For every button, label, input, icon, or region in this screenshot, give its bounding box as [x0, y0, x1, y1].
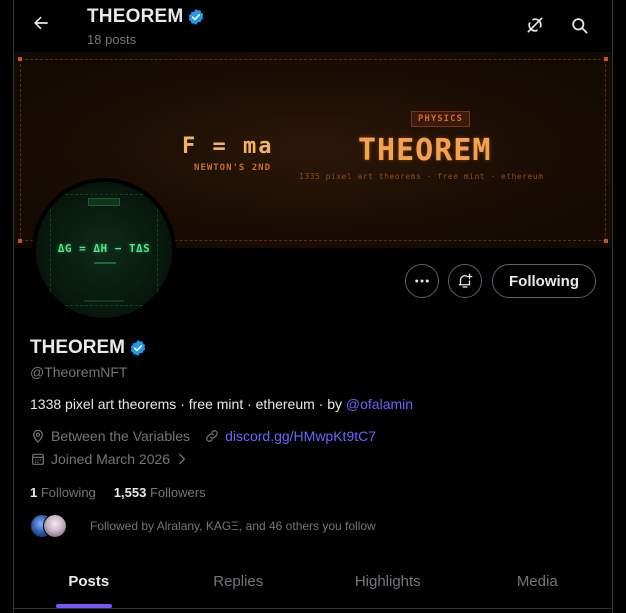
banner-corner-dot — [604, 57, 608, 61]
verified-badge-icon[interactable] — [129, 339, 147, 357]
following-count: 1 — [30, 485, 38, 500]
tab-label: Replies — [213, 572, 264, 590]
avatar-divider — [94, 262, 116, 264]
avatar-footer-line — [84, 300, 124, 302]
arrow-left-icon — [34, 16, 48, 30]
banner-tagline: 1335 pixel art theorems · free mint · et… — [299, 172, 544, 181]
follow-stats: 1 Following 1,553 Followers — [30, 485, 206, 500]
following-button[interactable]: Following — [492, 264, 596, 298]
followed-by-text: Followed by Alralany, KAGΞ, and 46 other… — [90, 519, 376, 533]
more-button[interactable] — [405, 264, 439, 298]
search-button[interactable] — [567, 13, 591, 37]
chevron-right-icon — [179, 453, 186, 465]
profile-meta-row: Between the Variables discord.gg/HMwpKt9… — [30, 428, 390, 444]
tab-posts[interactable]: Posts — [14, 553, 164, 609]
joined-row: Joined March 2026 — [30, 451, 203, 467]
tab-label: Posts — [68, 572, 110, 590]
following-stat[interactable]: 1 Following — [30, 485, 96, 500]
post-count: 18 posts — [87, 32, 137, 47]
banner-tag: PHYSICS — [411, 111, 470, 127]
search-icon — [571, 17, 587, 33]
banner-corner-dot — [18, 239, 22, 243]
profile-avatar[interactable]: ΔG = ΔH − TΔS — [32, 178, 176, 322]
bio-text: 1338 pixel art theorems · free mint · et… — [30, 396, 346, 412]
banner-formula-caption: NEWTON'S 2ND — [194, 163, 272, 173]
bell-plus-icon — [458, 273, 473, 288]
header-title: THEOREM — [87, 6, 205, 28]
back-button[interactable] — [28, 10, 54, 36]
user-handle: @TheoremNFT — [30, 364, 128, 380]
following-stat-label: Following — [40, 485, 96, 500]
verified-badge-icon — [189, 9, 204, 25]
link-icon — [206, 430, 218, 442]
location-text: Between the Variables — [51, 428, 191, 444]
joined-text: Joined March 2026 — [51, 451, 171, 467]
display-name: THEOREM — [30, 337, 147, 359]
website-link[interactable]: discord.gg/HMwpKt9tC7 — [225, 428, 376, 444]
follower-avatars — [30, 514, 70, 538]
profile-tabs: Posts Replies Highlights Media — [14, 553, 612, 609]
banner-corner-dot — [18, 57, 22, 61]
avatar-equation: ΔG = ΔH − TΔS — [57, 242, 151, 255]
tab-replies[interactable]: Replies — [164, 553, 314, 609]
tab-highlights[interactable]: Highlights — [313, 553, 463, 609]
calendar-icon — [32, 453, 44, 465]
display-name-text: THEOREM — [30, 337, 125, 358]
header-title-text: THEOREM — [87, 6, 184, 27]
followers-stat[interactable]: 1,553 Followers — [114, 485, 206, 500]
tab-media[interactable]: Media — [463, 553, 613, 609]
location-pin-icon — [33, 429, 43, 443]
followers-stat-label: Followers — [149, 485, 206, 500]
website: discord.gg/HMwpKt9tC7 — [204, 428, 376, 444]
followers-count: 1,553 — [113, 485, 147, 500]
profile-page: THEOREM 18 posts F = ma NEWTON'S 2ND PHY… — [13, 0, 613, 613]
banner-title: THEOREM — [358, 133, 492, 168]
avatar-chip — [88, 198, 120, 206]
top-bar: THEOREM 18 posts — [14, 0, 612, 52]
joined-date[interactable]: Joined March 2026 — [30, 451, 189, 467]
notifications-button[interactable] — [448, 264, 482, 298]
bio: 1338 pixel art theorems · free mint · et… — [30, 396, 413, 412]
banner-corner-dot — [604, 239, 608, 243]
tab-label: Media — [516, 572, 558, 590]
bio-mention-link[interactable]: @ofalamin — [346, 396, 413, 412]
tabs-divider — [14, 608, 612, 609]
location: Between the Variables — [30, 428, 190, 444]
grok-icon — [527, 17, 543, 33]
banner-formula: F = ma — [182, 134, 274, 159]
followed-by-row[interactable]: Followed by Alralany, KAGΞ, and 46 other… — [30, 514, 376, 538]
more-dots-icon — [415, 279, 429, 283]
tab-label: Highlights — [354, 572, 421, 590]
grok-button[interactable] — [523, 13, 547, 37]
avatar — [43, 514, 67, 538]
